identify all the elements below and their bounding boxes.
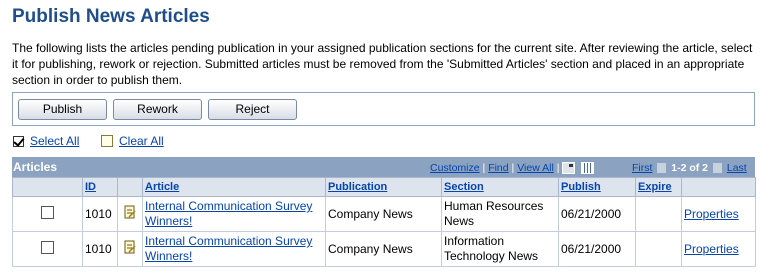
id-cell: 1010 bbox=[82, 196, 118, 232]
properties-link[interactable]: Properties bbox=[684, 207, 739, 221]
publish-date-cell: 06/21/2000 bbox=[558, 231, 636, 267]
section-cell: Information Technology News bbox=[441, 231, 559, 267]
page-description: The following lists the articles pending… bbox=[12, 41, 753, 87]
col-properties bbox=[681, 177, 756, 197]
col-id[interactable]: ID bbox=[82, 177, 118, 197]
publication-cell: Company News bbox=[325, 231, 442, 267]
row-checkbox[interactable] bbox=[41, 205, 54, 219]
page-title: Publish News Articles bbox=[12, 6, 210, 27]
select-all-checkbox-icon[interactable] bbox=[13, 135, 24, 147]
row-select-cell bbox=[12, 231, 83, 267]
first-link[interactable]: First bbox=[632, 162, 652, 174]
clear-all-link[interactable]: Clear All bbox=[119, 134, 164, 148]
articles-grid-header: Articles Customize | Find | View All | F… bbox=[12, 157, 755, 177]
row-range: 1-2 of 2 bbox=[671, 162, 709, 174]
find-link[interactable]: Find bbox=[488, 162, 508, 174]
publication-cell: Company News bbox=[325, 196, 442, 232]
articles-grid: ID Article Publication Section Publish E… bbox=[12, 177, 756, 267]
customize-link[interactable]: Customize bbox=[430, 162, 480, 174]
action-toolbar: Publish Rework Reject bbox=[12, 92, 755, 126]
doc-cell bbox=[117, 231, 143, 267]
article-cell: Internal Communication Survey Winners! bbox=[142, 196, 326, 232]
next-arrow-icon bbox=[712, 163, 722, 174]
row-checkbox[interactable] bbox=[41, 240, 54, 254]
document-edit-icon[interactable] bbox=[124, 240, 136, 254]
expire-cell bbox=[635, 196, 682, 232]
col-article[interactable]: Article bbox=[142, 177, 326, 197]
expire-cell bbox=[635, 231, 682, 267]
document-edit-icon[interactable] bbox=[124, 205, 136, 219]
properties-cell: Properties bbox=[681, 196, 756, 232]
col-publication[interactable]: Publication bbox=[325, 177, 442, 197]
table-row: 1010 Internal Communication Survey Winne… bbox=[12, 231, 756, 267]
clear-all-control[interactable]: Clear All bbox=[101, 134, 164, 148]
doc-cell bbox=[117, 196, 143, 232]
col-publish[interactable]: Publish bbox=[558, 177, 636, 197]
col-expire[interactable]: Expire bbox=[635, 177, 682, 197]
prev-arrow-icon bbox=[657, 163, 667, 174]
id-cell: 1010 bbox=[82, 231, 118, 267]
article-cell: Internal Communication Survey Winners! bbox=[142, 231, 326, 267]
grid-title: Articles bbox=[13, 160, 58, 174]
clear-all-checkbox-icon[interactable] bbox=[101, 135, 113, 147]
properties-cell: Properties bbox=[681, 231, 756, 267]
view-all-link[interactable]: View All bbox=[517, 162, 554, 174]
properties-link[interactable]: Properties bbox=[684, 242, 739, 256]
row-select-cell bbox=[12, 196, 83, 232]
article-link[interactable]: Internal Communication Survey Winners! bbox=[145, 234, 312, 263]
reject-button[interactable]: Reject bbox=[208, 99, 297, 120]
col-select bbox=[12, 177, 83, 197]
section-cell: Human Resources News bbox=[441, 196, 559, 232]
publish-button[interactable]: Publish bbox=[18, 99, 107, 120]
grid-pagination: First 1-2 of 2 Last bbox=[632, 162, 747, 174]
grid-column-header-row: ID Article Publication Section Publish E… bbox=[12, 177, 756, 197]
download-grid-icon[interactable] bbox=[581, 162, 595, 175]
grid-tools: Customize | Find | View All | bbox=[430, 162, 595, 175]
publish-date-cell: 06/21/2000 bbox=[558, 196, 636, 232]
new-window-icon[interactable] bbox=[562, 162, 576, 175]
article-link[interactable]: Internal Communication Survey Winners! bbox=[145, 199, 312, 228]
select-all-link[interactable]: Select All bbox=[30, 134, 79, 148]
col-section[interactable]: Section bbox=[441, 177, 559, 197]
select-all-control[interactable]: Select All bbox=[13, 134, 79, 148]
col-icon bbox=[117, 177, 143, 197]
table-row: 1010 Internal Communication Survey Winne… bbox=[12, 196, 756, 232]
rework-button[interactable]: Rework bbox=[113, 99, 202, 120]
last-link[interactable]: Last bbox=[727, 162, 747, 174]
